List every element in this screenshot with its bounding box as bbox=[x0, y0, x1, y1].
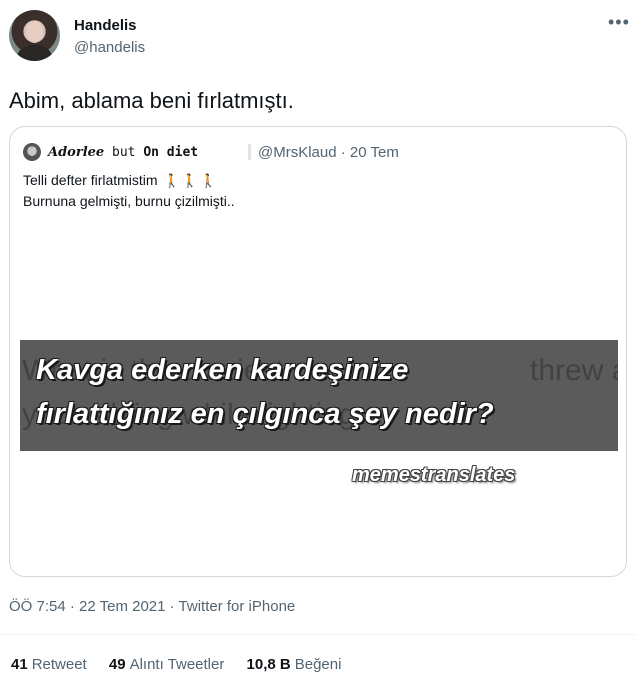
quoted-name-part-2: but bbox=[104, 145, 144, 160]
quoted-handle-date: @MrsKlaud · 20 Tem bbox=[258, 144, 399, 161]
media-caption-line-2: fırlattığınız en çılgınca şey nedir? bbox=[36, 398, 494, 430]
avatar[interactable] bbox=[9, 10, 60, 61]
media-caption-line-1: Kavga ederken kardeşinize bbox=[36, 354, 409, 386]
avatar-face bbox=[26, 21, 43, 43]
name-separator bbox=[248, 144, 251, 160]
divider bbox=[0, 634, 635, 635]
likes-label: Beğeni bbox=[294, 656, 342, 673]
media-watermark: memestranslates bbox=[352, 464, 516, 486]
media-background-text-3: threw at bbox=[530, 354, 618, 387]
quoted-name-part-1: Adorlee bbox=[48, 145, 105, 160]
avatar-shoulders bbox=[17, 45, 52, 61]
quoted-display-name[interactable]: Adorlee but On diet bbox=[48, 145, 198, 160]
quoted-text-line-2: Burnuna gelmişti, burnu çizilmişti.. bbox=[23, 193, 235, 209]
quotes-label: Alıntı Tweetler bbox=[129, 656, 225, 673]
quoted-text-1: Telli defter firlatmistim bbox=[23, 172, 158, 188]
likes-stat[interactable]: 10,8 B Beğeni bbox=[247, 656, 342, 673]
quoted-text-line-1: Telli defter firlatmistim 🚶🚶🚶 bbox=[23, 172, 218, 189]
author-handle[interactable]: @handelis bbox=[74, 39, 145, 56]
walking-person-emoji: 🚶🚶🚶 bbox=[163, 173, 219, 188]
tweet-timestamp[interactable]: ÖÖ 7:54 · 22 Tem 2021 · Twitter for iPho… bbox=[9, 598, 295, 615]
quoted-tweet-card[interactable]: Adorlee but On diet @MrsKlaud · 20 Tem T… bbox=[9, 126, 627, 577]
quoted-name-part-3: On diet bbox=[143, 145, 199, 160]
quote-tweets-stat[interactable]: 49 Alıntı Tweetler bbox=[109, 656, 224, 673]
tweet-header: Handelis @handelis ••• bbox=[0, 0, 635, 72]
engagement-stats: 41 Retweet 49 Alıntı Tweetler 10,8 B Beğeni bbox=[11, 656, 359, 673]
quoted-media-image[interactable]: What is the craziest your sibling while … bbox=[20, 340, 618, 451]
ellipsis-icon[interactable]: ••• bbox=[608, 12, 630, 33]
author-name[interactable]: Handelis bbox=[74, 17, 137, 34]
quotes-count: 49 bbox=[108, 656, 126, 673]
retweets-count: 41 bbox=[11, 656, 28, 673]
retweets-label: Retweet bbox=[31, 656, 87, 673]
likes-count: 10,8 B bbox=[246, 656, 291, 673]
tweet-text: Abim, ablama beni fırlatmıştı. bbox=[9, 88, 294, 113]
quoted-avatar[interactable] bbox=[23, 143, 41, 161]
retweets-stat[interactable]: 41 Retweet bbox=[11, 656, 87, 673]
